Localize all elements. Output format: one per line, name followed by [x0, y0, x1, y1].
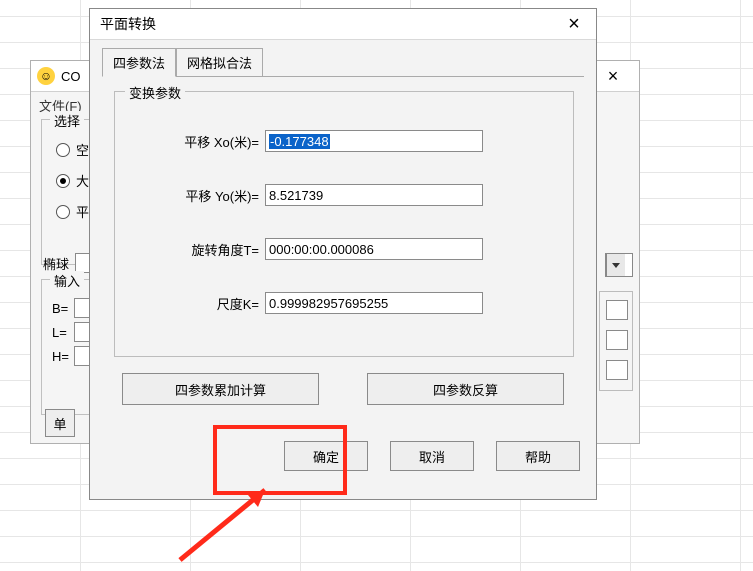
ellipsoid-row: 椭球	[43, 253, 95, 273]
accumulate-button[interactable]: 四参数累加计算	[122, 373, 319, 405]
tabs: 四参数法 网格拟合法	[102, 50, 584, 76]
dialog-footer-buttons: 确定 取消 帮助	[284, 441, 580, 471]
radio-dot-icon	[56, 143, 70, 157]
t-label: 旋转角度T=	[149, 240, 265, 259]
yo-value: 8.521739	[269, 188, 323, 203]
select-group-legend: 选择	[50, 111, 84, 130]
xo-value: -0.177348	[269, 134, 330, 149]
tab-grid-fit-label: 网格拟合法	[187, 56, 252, 71]
back-right-group	[599, 291, 633, 391]
t-input[interactable]: 000:00:00.000086	[265, 238, 483, 260]
yo-label: 平移 Yo(米)=	[149, 186, 265, 205]
input-group-legend: 输入	[50, 271, 84, 290]
inverse-button[interactable]: 四参数反算	[367, 373, 564, 405]
tab-four-param-label: 四参数法	[113, 56, 165, 71]
xo-label: 平移 Xo(米)=	[149, 132, 265, 151]
t-value: 000:00:00.000086	[269, 242, 374, 257]
back-combo[interactable]	[605, 253, 633, 277]
radio-kong-label: 空	[76, 140, 89, 159]
b-label: B=	[52, 301, 74, 316]
xo-input[interactable]: -0.177348	[265, 130, 483, 152]
ok-button[interactable]: 确定	[284, 441, 368, 471]
back-right-input-1[interactable]	[606, 300, 628, 320]
background-close-button[interactable]: ×	[593, 67, 633, 85]
dialog-close-button[interactable]: ×	[552, 14, 596, 34]
accumulate-button-label: 四参数累加计算	[175, 380, 266, 399]
yo-input[interactable]: 8.521739	[265, 184, 483, 206]
h-label: H=	[52, 349, 74, 364]
inverse-button-label: 四参数反算	[433, 380, 498, 399]
ok-button-label: 确定	[313, 447, 339, 466]
back-right-input-2[interactable]	[606, 330, 628, 350]
radio-da-label: 大	[76, 171, 89, 190]
cancel-button[interactable]: 取消	[390, 441, 474, 471]
single-button-label: 单	[53, 414, 66, 433]
radio-dot-icon	[56, 205, 70, 219]
transform-params-legend: 变换参数	[125, 83, 185, 102]
back-right-input-3[interactable]	[606, 360, 628, 380]
help-button-label: 帮助	[525, 447, 551, 466]
transform-params-group: 变换参数 平移 Xo(米)= -0.177348 平移 Yo(米)= 8.521…	[114, 91, 574, 357]
dialog-title: 平面转换	[100, 14, 156, 34]
single-button[interactable]: 单	[45, 409, 75, 437]
mid-button-row: 四参数累加计算 四参数反算	[122, 373, 564, 405]
chevron-down-icon	[606, 254, 625, 276]
tab-grid-fit[interactable]: 网格拟合法	[176, 48, 263, 77]
help-button[interactable]: 帮助	[496, 441, 580, 471]
l-label: L=	[52, 325, 74, 340]
ellipsoid-label: 椭球	[43, 254, 69, 273]
tab-four-param[interactable]: 四参数法	[102, 48, 176, 77]
background-title: CO	[61, 69, 81, 84]
plane-transform-dialog: 平面转换 × 四参数法 网格拟合法 变换参数 平移 Xo(米)= -0.1773…	[89, 8, 597, 500]
radio-dot-icon	[56, 174, 70, 188]
k-input[interactable]: 0.999982957695255	[265, 292, 483, 314]
dialog-titlebar: 平面转换 ×	[90, 9, 596, 40]
cancel-button-label: 取消	[419, 447, 445, 466]
radio-ping-label: 平	[76, 202, 89, 221]
k-value: 0.999982957695255	[269, 296, 388, 311]
k-label: 尺度K=	[149, 294, 265, 313]
smiley-icon: ☺	[37, 67, 55, 85]
